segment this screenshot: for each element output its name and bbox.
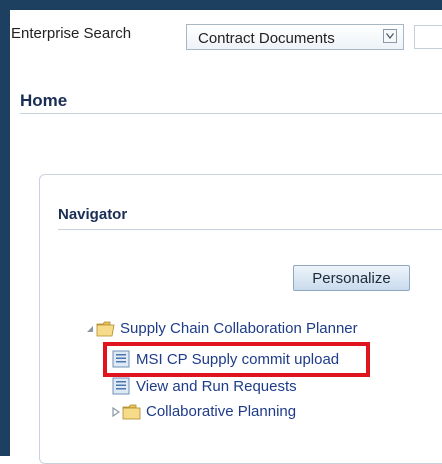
search-category-value: Contract Documents xyxy=(198,30,335,47)
tree-item-label: View and Run Requests xyxy=(136,377,297,395)
window-frame-top xyxy=(0,0,442,10)
tree-item-supply-chain-collaboration-planner[interactable]: Supply Chain Collaboration Planner xyxy=(86,320,358,337)
tree-item-label: Collaborative Planning xyxy=(146,403,297,420)
title-divider xyxy=(20,113,442,114)
window-frame-left xyxy=(0,0,10,456)
folder-icon xyxy=(122,404,141,419)
search-input[interactable] xyxy=(414,25,442,49)
search-category-select[interactable]: Contract Documents xyxy=(186,24,404,50)
highlight-box xyxy=(103,342,370,377)
page-title: Home xyxy=(20,91,68,110)
personalize-button[interactable]: Personalize xyxy=(293,265,410,291)
page-icon xyxy=(112,377,130,395)
folder-open-icon xyxy=(96,321,115,336)
enterprise-search-label: Enterprise Search xyxy=(11,25,132,42)
collapsed-triangle-icon[interactable] xyxy=(112,406,120,417)
tree-item-label: Supply Chain Collaboration Planner xyxy=(120,320,358,337)
navigator-title: Navigator xyxy=(58,206,128,223)
expanded-triangle-icon[interactable] xyxy=(86,325,94,333)
navigator-divider xyxy=(58,229,442,230)
tree-item-collaborative-planning[interactable]: Collaborative Planning xyxy=(112,403,296,420)
chevron-down-icon[interactable] xyxy=(383,29,397,43)
tree-item-view-and-run-requests[interactable]: View and Run Requests xyxy=(112,377,297,395)
